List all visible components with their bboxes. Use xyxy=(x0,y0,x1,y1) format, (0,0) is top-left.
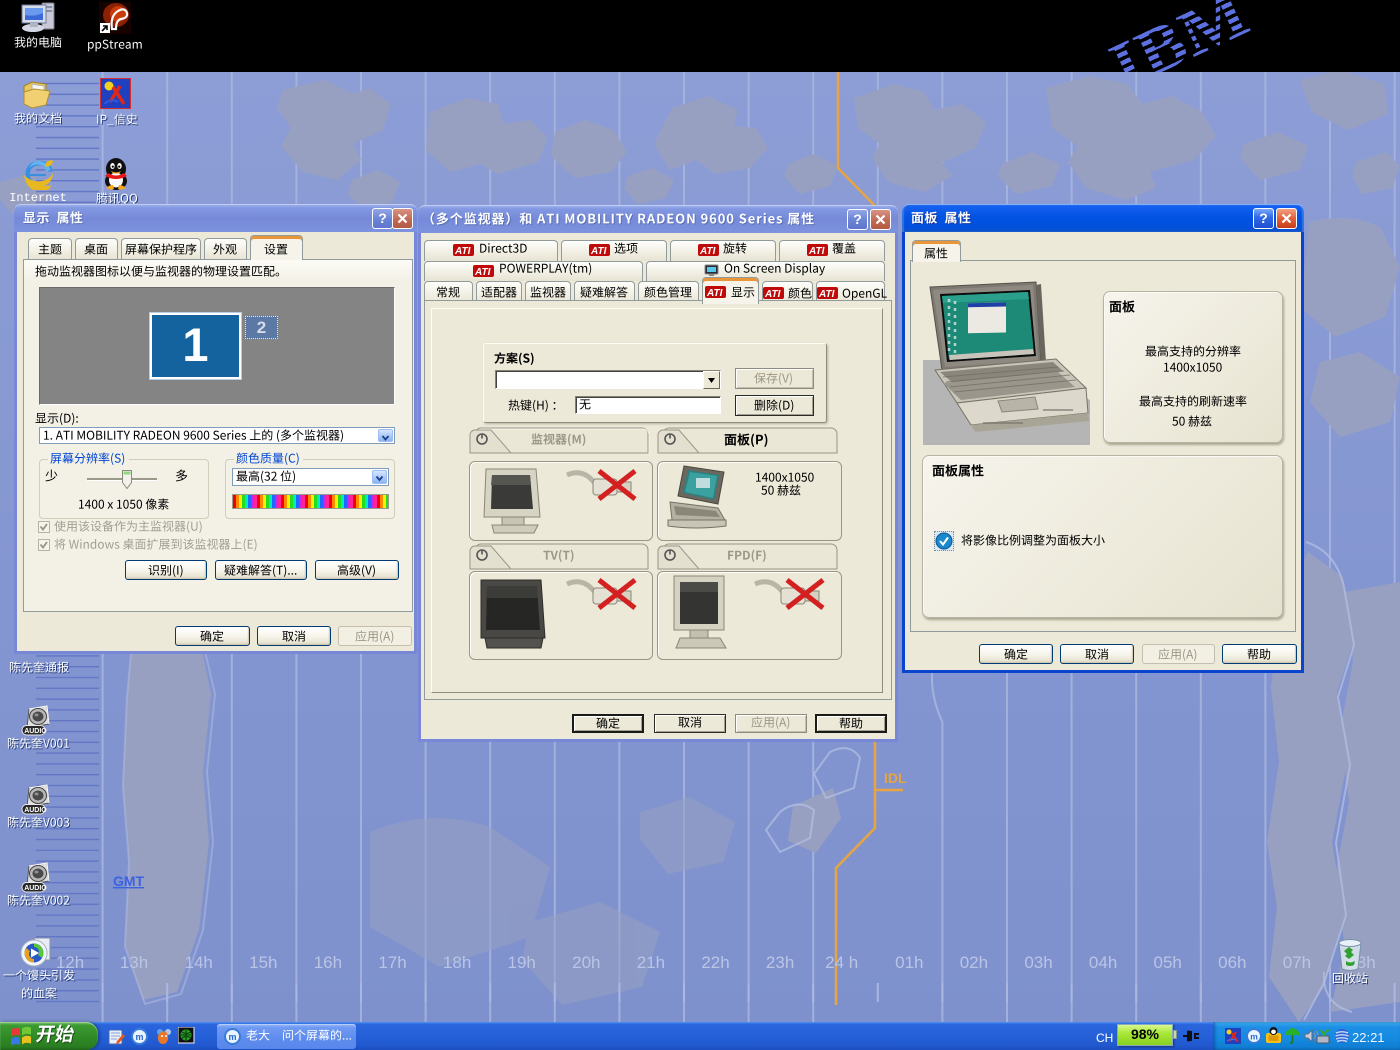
svg-text:22h: 22h xyxy=(701,953,729,972)
svg-text:IDL: IDL xyxy=(884,770,907,786)
svg-text:AUDIO: AUDIO xyxy=(24,728,47,735)
svg-text:03h: 03h xyxy=(1024,953,1052,972)
svg-text:13h: 13h xyxy=(120,953,148,972)
svg-text:02h: 02h xyxy=(960,953,988,972)
svg-text:ATI: ATI xyxy=(818,289,835,299)
svg-text:AUDIO: AUDIO xyxy=(24,885,47,892)
svg-text:05h: 05h xyxy=(1154,953,1182,972)
svg-text:15h: 15h xyxy=(249,953,277,972)
svg-text:19h: 19h xyxy=(508,953,536,972)
svg-text:GMT: GMT xyxy=(113,873,145,889)
svg-text:m: m xyxy=(135,1032,143,1042)
svg-text:14h: 14h xyxy=(185,953,213,972)
svg-text:ATI: ATI xyxy=(706,288,723,298)
svg-text:ATI: ATI xyxy=(808,246,825,256)
svg-text:ATI: ATI xyxy=(454,246,471,256)
svg-text:ATI: ATI xyxy=(764,289,781,299)
svg-text:18h: 18h xyxy=(443,953,471,972)
svg-text:ATI: ATI xyxy=(590,246,607,256)
svg-text:17h: 17h xyxy=(378,953,406,972)
svg-text:20h: 20h xyxy=(572,953,600,972)
svg-text:ATI: ATI xyxy=(474,267,491,277)
svg-text:23h: 23h xyxy=(766,953,794,972)
svg-text:m: m xyxy=(1250,1032,1258,1042)
svg-text:06h: 06h xyxy=(1218,953,1246,972)
svg-text:m: m xyxy=(228,1032,236,1042)
svg-text:07h: 07h xyxy=(1283,953,1311,972)
svg-text:ATI: ATI xyxy=(699,246,716,256)
svg-text:16h: 16h xyxy=(314,953,342,972)
svg-text:21h: 21h xyxy=(637,953,665,972)
svg-text:04h: 04h xyxy=(1089,953,1117,972)
svg-text:01h: 01h xyxy=(895,953,923,972)
svg-text:AUDIO: AUDIO xyxy=(24,807,47,814)
svg-text:24 h: 24 h xyxy=(825,953,858,972)
